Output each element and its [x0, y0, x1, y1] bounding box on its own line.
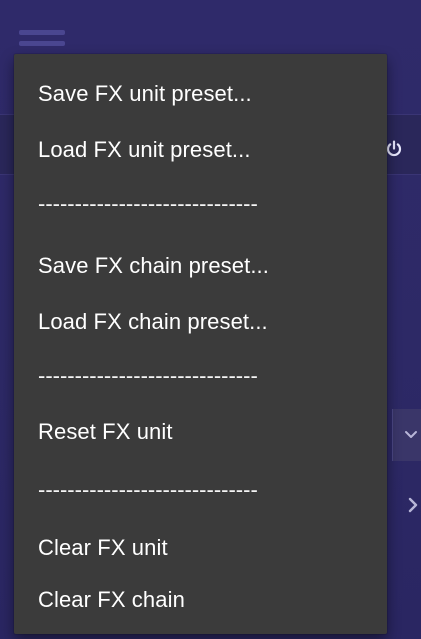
hamburger-menu-icon[interactable]: [19, 30, 65, 50]
menu-item-reset-fx-unit[interactable]: Reset FX unit: [38, 418, 173, 446]
menu-item-clear-fx-chain[interactable]: Clear FX chain: [38, 586, 185, 614]
chevron-right-icon[interactable]: [406, 497, 420, 513]
menu-item-load-fx-unit-preset[interactable]: Load FX unit preset...: [38, 136, 251, 164]
menu-item-save-fx-unit-preset[interactable]: Save FX unit preset...: [38, 80, 252, 108]
menu-item-save-fx-chain-preset[interactable]: Save FX chain preset...: [38, 252, 269, 280]
context-menu: Save FX unit preset... Load FX unit pres…: [14, 54, 387, 634]
menu-separator: ------------------------------: [38, 191, 258, 216]
dropdown-button[interactable]: [392, 409, 421, 461]
menu-item-load-fx-chain-preset[interactable]: Load FX chain preset...: [38, 308, 268, 336]
power-icon[interactable]: [385, 140, 403, 158]
menu-separator: ------------------------------: [38, 477, 258, 502]
menu-separator: ------------------------------: [38, 363, 258, 388]
chevron-down-icon: [404, 427, 418, 441]
hamburger-bar-bottom: [19, 41, 65, 46]
hamburger-bar-top: [19, 30, 65, 35]
menu-item-clear-fx-unit[interactable]: Clear FX unit: [38, 534, 168, 562]
